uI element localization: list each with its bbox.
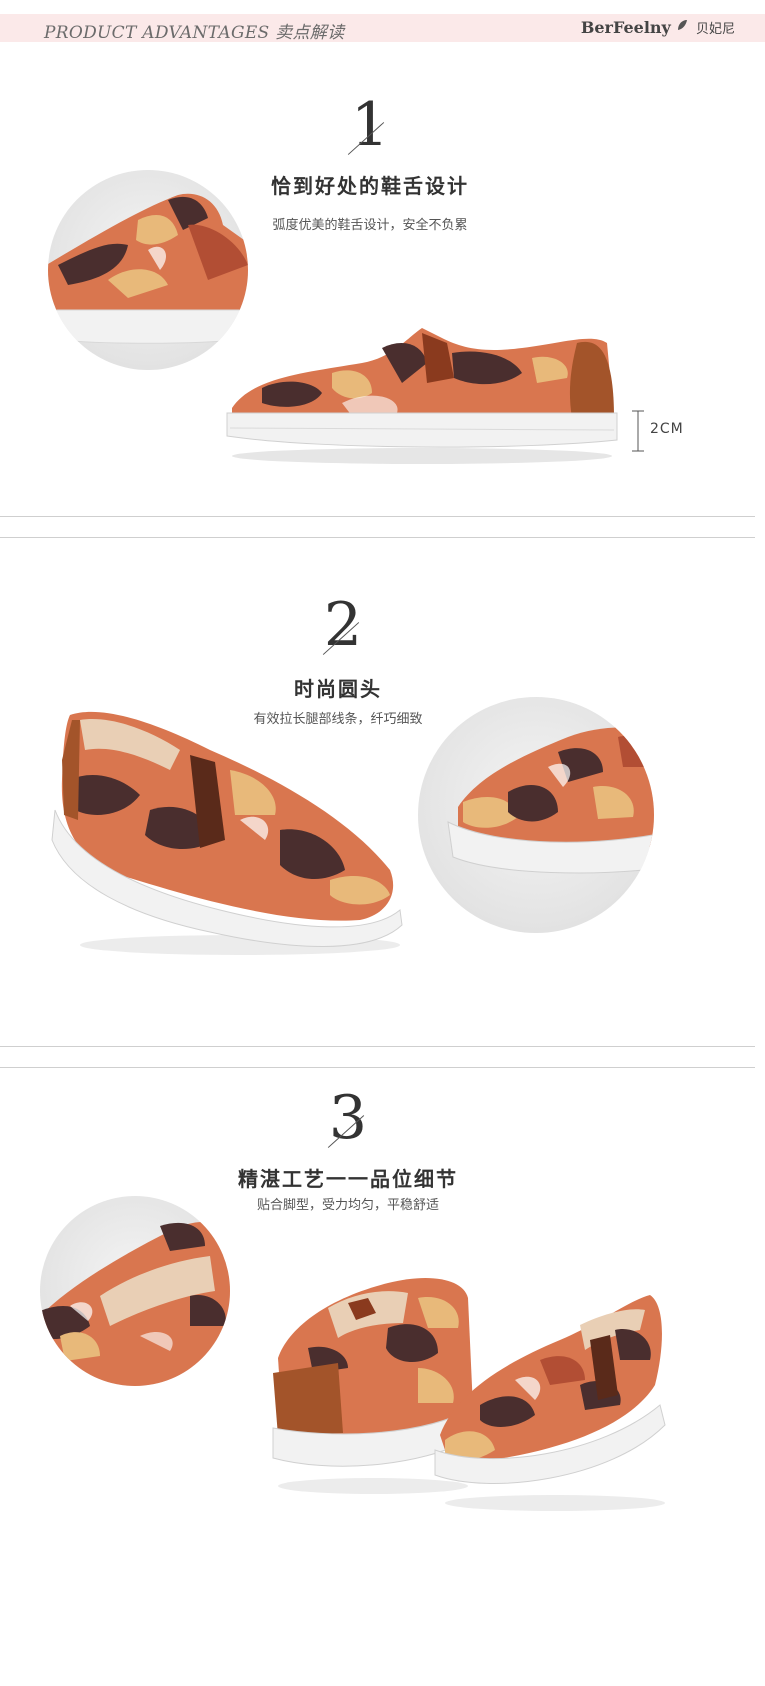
detail-circle-toe	[418, 697, 654, 933]
brand-name-cn: 贝妃尼	[695, 22, 735, 37]
section-number: 3	[328, 1083, 368, 1153]
shoe-angled-view	[40, 700, 410, 974]
section-subtitle: 弧度优美的鞋舌设计，安全不负累	[272, 218, 468, 233]
header-bar: PRODUCT ADVANTAGES 卖点解读 BerFeelny 贝妃尼	[0, 14, 765, 43]
shoe-side-image	[226, 328, 618, 464]
section-heading: 时尚圆头	[294, 677, 382, 701]
divider	[0, 1046, 755, 1047]
dimension-label: 2CM	[650, 421, 684, 437]
brand-logo: BerFeelny 贝妃尼	[581, 18, 735, 37]
divider	[0, 537, 755, 538]
section-heading: 恰到好处的鞋舌设计	[271, 174, 469, 198]
detail-circle-tongue	[48, 170, 248, 370]
shoe-angled-image	[51, 711, 403, 955]
shoe-opening-closeup-image	[40, 1221, 230, 1386]
detail-circle-heel	[40, 1196, 230, 1386]
shoe-side-view	[222, 318, 622, 472]
leaf-icon	[678, 20, 688, 30]
section-subtitle: 贴合脚型，受力均匀，平稳舒适	[256, 1198, 439, 1213]
section-number: 1	[350, 90, 390, 160]
section-heading: 精湛工艺一一品位细节	[238, 1167, 458, 1191]
divider	[0, 1067, 755, 1068]
divider	[0, 516, 755, 517]
shoe-front-view	[430, 1285, 670, 1519]
shoe-tongue-closeup-image	[48, 193, 248, 344]
header-title: PRODUCT ADVANTAGES 卖点解读	[44, 23, 345, 43]
section-number: 2	[323, 590, 363, 660]
shoe-toe-closeup-image	[447, 727, 654, 874]
brand-name: BerFeelny	[580, 18, 671, 37]
height-dimension-icon	[632, 410, 644, 452]
shoe-front-image	[434, 1295, 666, 1511]
